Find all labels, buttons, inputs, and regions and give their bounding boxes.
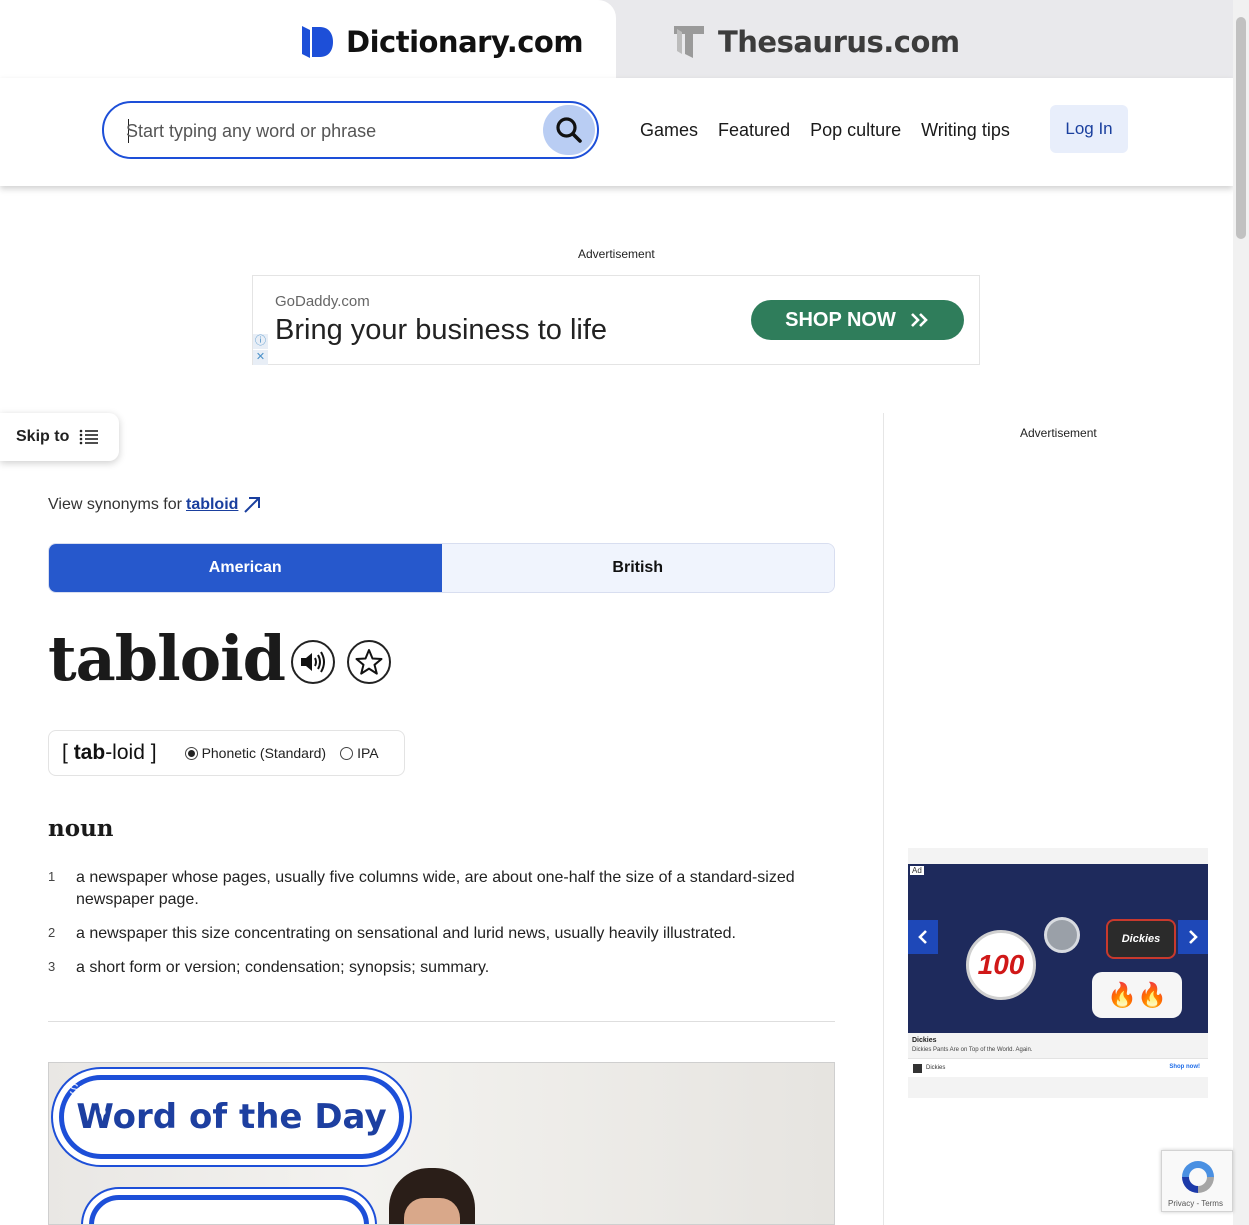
skip-to-label: Skip to: [16, 428, 70, 445]
ad-label-top: Advertisement: [578, 247, 655, 261]
ad-choices: ⓘ ✕: [253, 334, 269, 366]
chevron-left-icon: [918, 930, 927, 944]
ad-banner-top[interactable]: GoDaddy.com Bring your business to life …: [252, 275, 980, 365]
ad-sidebar-shop-link[interactable]: Shop now!: [1169, 1064, 1200, 1070]
definition-item: 3 a short form or version; condensation;…: [48, 957, 835, 979]
search-button[interactable]: [543, 105, 595, 155]
fire-icon: 🔥🔥: [1092, 972, 1182, 1018]
ad-info-icon[interactable]: ⓘ: [253, 334, 268, 349]
recaptcha-links[interactable]: Privacy - Terms: [1168, 1199, 1223, 1208]
scrollbar-thumb[interactable]: [1236, 17, 1246, 239]
definition-number: 3: [48, 959, 56, 974]
list-icon: [80, 429, 99, 445]
nav-writing-tips[interactable]: Writing tips: [921, 120, 1010, 141]
nav-featured[interactable]: Featured: [718, 120, 790, 141]
chevron-right-icon: [1189, 930, 1198, 944]
ad-sidebar-footer: Dickies Shop now!: [908, 1058, 1208, 1077]
view-synonyms-link[interactable]: tabloid: [186, 496, 238, 514]
ad-shop-now-button[interactable]: SHOP NOW: [751, 300, 964, 340]
ad-sidebar-brand: Dickies: [912, 1037, 937, 1044]
definition-number: 2: [48, 925, 56, 940]
ad-close-icon[interactable]: ✕: [253, 350, 268, 365]
login-button[interactable]: Log In: [1050, 105, 1128, 153]
view-synonyms: View synonyms for tabloid: [48, 495, 262, 515]
nav-games[interactable]: Games: [640, 120, 698, 141]
site-header: Games Featured Pop culture Writing tips …: [0, 78, 1233, 186]
search-input[interactable]: [126, 115, 526, 147]
dialect-british-button[interactable]: British: [441, 544, 834, 592]
star-icon: [355, 649, 383, 675]
ad-label-side: Advertisement: [1020, 426, 1097, 440]
search-box: [102, 101, 599, 159]
site-tabs: Dictionary.com Thesaurus.com: [0, 0, 1233, 78]
ad-sidebar-footer-name: Dickies: [926, 1065, 946, 1071]
definition-text: a newspaper this size concentrating on s…: [76, 925, 736, 942]
pronunciation-box: [ tab-loid ] Phonetic (Standard) IPA: [48, 730, 405, 776]
external-arrow-icon[interactable]: [242, 495, 262, 515]
section-divider: [48, 1021, 835, 1022]
thesaurus-logo[interactable]: Thesaurus.com: [672, 24, 960, 60]
favorite-button[interactable]: [347, 640, 391, 684]
thesaurus-logo-text: Thesaurus.com: [718, 25, 960, 59]
ad-sidebar-logo-icon: [913, 1064, 922, 1073]
carousel-prev-button[interactable]: [908, 920, 938, 954]
video-graphic-pill: [89, 1195, 369, 1224]
dialect-toggle: American British: [48, 543, 835, 593]
word-of-the-day-video[interactable]: Word of the Day Sprachpräsensis: Word of…: [48, 1062, 835, 1225]
ad-shop-now-label: SHOP NOW: [785, 308, 896, 331]
thesaurus-logo-icon: [674, 26, 704, 58]
video-title: Sprachpräsensis: Word of the Day: [69, 1081, 298, 1098]
dictionary-logo-icon: [302, 26, 333, 58]
definition-list: 1 a newspaper whose pages, usually five …: [48, 867, 835, 991]
carousel-next-button[interactable]: [1178, 920, 1208, 954]
column-divider: [883, 413, 884, 1225]
definition-item: 1 a newspaper whose pages, usually five …: [48, 867, 835, 911]
definition-item: 2 a newspaper this size concentrating on…: [48, 923, 835, 945]
radio-ipa-label: IPA: [357, 745, 379, 761]
ad-sidebar[interactable]: Ad 100 Dickies 🔥🔥 Dickies Dickies Pants …: [908, 848, 1208, 1098]
video-index: 6: [99, 1103, 107, 1118]
patch-dickies: Dickies: [1106, 919, 1176, 959]
pron-open-bracket: [: [62, 741, 68, 764]
nav-pop-culture[interactable]: Pop culture: [810, 120, 901, 141]
patch-100: 100: [966, 930, 1036, 1000]
page-scrollbar[interactable]: [1233, 0, 1249, 1225]
definition-text: a newspaper whose pages, usually five co…: [76, 869, 795, 908]
metal-button-graphic: [1044, 917, 1080, 953]
part-of-speech: noun: [48, 815, 114, 842]
recaptcha-icon: [1182, 1161, 1214, 1193]
ad-sidebar-image[interactable]: Ad 100 Dickies 🔥🔥: [908, 864, 1208, 1033]
search-icon: [556, 117, 582, 143]
definition-number: 1: [48, 869, 56, 884]
ad-domain: GoDaddy.com: [275, 293, 370, 310]
ad-badge: Ad: [910, 866, 924, 875]
main-nav: Games Featured Pop culture Writing tips: [640, 120, 1010, 141]
speaker-icon: [301, 651, 325, 673]
pron-close-bracket: ]: [150, 741, 157, 764]
radio-phonetic[interactable]: [184, 746, 198, 760]
definition-text: a short form or version; condensation; s…: [76, 959, 490, 976]
headword: tabloid: [48, 622, 286, 695]
pronunciation-phonetic-option[interactable]: Phonetic (Standard): [184, 745, 327, 761]
dictionary-logo-text: Dictionary.com: [346, 25, 584, 59]
audio-button[interactable]: [291, 640, 335, 684]
dialect-american-button[interactable]: American: [49, 544, 442, 592]
dictionary-logo[interactable]: Dictionary.com: [300, 24, 584, 60]
pron-rest: -loid: [105, 741, 145, 764]
radio-phonetic-label: Phonetic (Standard): [201, 745, 327, 761]
skip-to-button[interactable]: Skip to: [0, 413, 119, 461]
pron-stressed: tab: [73, 741, 106, 764]
pronunciation-text: [ tab-loid ]: [62, 741, 157, 765]
radio-ipa[interactable]: [340, 746, 354, 760]
ad-headline: Bring your business to life: [275, 314, 608, 346]
double-chevron-right-icon: [910, 313, 928, 327]
ad-sidebar-description: Dickies Pants Are on Top of the World. A…: [912, 1047, 1033, 1053]
pronunciation-ipa-option[interactable]: IPA: [340, 745, 379, 761]
video-presenter-face: [404, 1198, 460, 1224]
recaptcha-badge[interactable]: Privacy - Terms: [1161, 1150, 1233, 1212]
view-synonyms-prefix: View synonyms for: [48, 496, 182, 513]
